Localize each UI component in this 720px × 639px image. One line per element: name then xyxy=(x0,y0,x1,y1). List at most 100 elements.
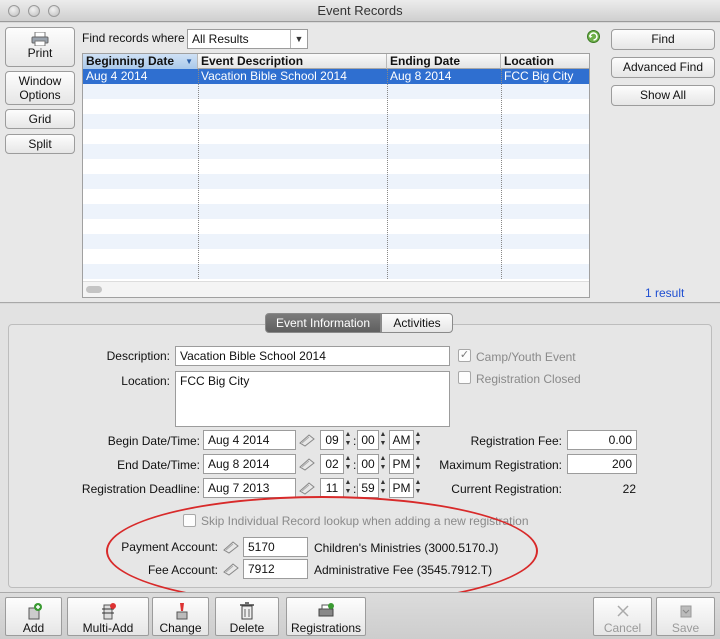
maximum-registration-input[interactable]: 200 xyxy=(567,454,637,474)
events-table: Beginning Date ▼ Event Description Endin… xyxy=(82,53,590,298)
skip-lookup-checkbox[interactable] xyxy=(183,514,196,527)
close-window-icon[interactable] xyxy=(8,5,20,17)
save-button[interactable]: Save xyxy=(656,597,715,636)
cell-beginning-date: Aug 4 2014 xyxy=(86,69,148,83)
window-options-button[interactable]: Window Options xyxy=(5,71,75,105)
fee-account-input[interactable]: 7912 xyxy=(243,559,308,579)
cancel-button[interactable]: Cancel xyxy=(593,597,652,636)
add-button[interactable]: Add xyxy=(5,597,62,636)
registrations-button[interactable]: Registrations xyxy=(286,597,366,636)
skip-lookup-label: Skip Individual Record lookup when addin… xyxy=(201,514,529,528)
deadline-date-input[interactable]: Aug 7 2013 xyxy=(203,478,296,498)
column-header-location[interactable]: Location xyxy=(501,54,589,69)
zoom-window-icon[interactable] xyxy=(48,5,60,17)
empty-row xyxy=(83,219,589,234)
cancel-icon xyxy=(616,605,629,617)
find-button[interactable]: Find xyxy=(611,29,715,50)
printer-icon xyxy=(31,32,49,46)
camp-youth-checkbox[interactable]: ✓ xyxy=(458,349,471,362)
registration-closed-label: Registration Closed xyxy=(476,372,581,386)
delete-button[interactable]: Delete xyxy=(215,597,279,636)
end-hour-stepper[interactable]: ▲ ▼ xyxy=(344,454,352,474)
current-registration-value: 22 xyxy=(622,482,636,496)
advanced-find-button[interactable]: Advanced Find xyxy=(611,57,715,78)
empty-row xyxy=(83,84,589,99)
empty-row xyxy=(83,99,589,114)
deadline-minute-input[interactable]: 59 xyxy=(357,478,379,498)
payment-account-input[interactable]: 5170 xyxy=(243,537,308,557)
fee-account-description: Administrative Fee (3545.7912.T) xyxy=(314,563,493,577)
empty-row xyxy=(83,264,589,279)
deadline-ampm-input[interactable]: PM xyxy=(389,478,414,498)
column-divider xyxy=(198,69,199,279)
trash-icon xyxy=(240,602,254,620)
begin-minute-input[interactable]: 00 xyxy=(357,430,379,450)
deadline-label: Registration Deadline: xyxy=(81,482,200,496)
print-label: Print xyxy=(27,46,53,60)
camp-youth-label: Camp/Youth Event xyxy=(476,350,576,364)
horizontal-scrollbar[interactable] xyxy=(83,281,589,297)
refresh-icon[interactable] xyxy=(586,29,601,44)
end-minute-stepper[interactable]: ▲ ▼ xyxy=(379,454,387,474)
calendar-icon[interactable] xyxy=(299,481,315,495)
location-textarea[interactable]: FCC Big City xyxy=(175,371,450,427)
begin-minute-stepper[interactable]: ▲ ▼ xyxy=(379,430,387,450)
cell-ending-date: Aug 8 2014 xyxy=(390,69,452,83)
end-ampm-input[interactable]: PM xyxy=(389,454,414,474)
deadline-hour-stepper[interactable]: ▲ ▼ xyxy=(344,478,352,498)
empty-row xyxy=(83,249,589,264)
tab-activities[interactable]: Activities xyxy=(381,313,453,333)
end-hour-input[interactable]: 02 xyxy=(320,454,344,474)
bottom-toolbar: Add Multi-Add Change Delete Registration… xyxy=(0,592,720,639)
records-pane: Print Window Options Grid Split Find rec… xyxy=(0,23,720,303)
find-records-select[interactable]: All Results ▼ xyxy=(187,29,308,49)
column-header-event-description[interactable]: Event Description xyxy=(198,54,387,69)
grid-button[interactable]: Grid xyxy=(5,109,75,129)
registrations-icon xyxy=(318,603,334,617)
fee-account-label: Fee Account: xyxy=(147,563,218,577)
table-header: Beginning Date ▼ Event Description Endin… xyxy=(83,54,589,69)
multi-add-button[interactable]: Multi-Add xyxy=(67,597,149,636)
registration-closed-checkbox[interactable] xyxy=(458,371,471,384)
deadline-minute-stepper[interactable]: ▲ ▼ xyxy=(379,478,387,498)
account-lookup-icon[interactable] xyxy=(223,562,239,576)
end-minute-input[interactable]: 00 xyxy=(357,454,379,474)
begin-ampm-stepper[interactable]: ▲ ▼ xyxy=(414,430,422,450)
empty-row xyxy=(83,144,589,159)
split-button[interactable]: Split xyxy=(5,134,75,154)
payment-account-description: Children's Ministries (3000.5170.J) xyxy=(314,541,499,555)
empty-row xyxy=(83,234,589,249)
begin-date-input[interactable]: Aug 4 2014 xyxy=(203,430,296,450)
current-registration-label: Current Registration: xyxy=(451,482,562,496)
begin-hour-input[interactable]: 09 xyxy=(320,430,344,450)
column-header-ending-date[interactable]: Ending Date xyxy=(387,54,501,69)
tab-event-information[interactable]: Event Information xyxy=(265,313,381,333)
save-icon xyxy=(680,605,691,618)
column-divider xyxy=(387,69,388,279)
description-input[interactable]: Vacation Bible School 2014 xyxy=(175,346,450,366)
show-all-button[interactable]: Show All xyxy=(611,85,715,106)
begin-hour-stepper[interactable]: ▲ ▼ xyxy=(344,430,352,450)
time-separator: : xyxy=(353,482,357,496)
calendar-icon[interactable] xyxy=(299,457,315,471)
column-header-beginning-date[interactable]: Beginning Date ▼ xyxy=(83,54,198,69)
print-button[interactable]: Print xyxy=(5,27,75,67)
calendar-icon[interactable] xyxy=(299,433,315,447)
empty-row xyxy=(83,159,589,174)
begin-ampm-input[interactable]: AM xyxy=(389,430,414,450)
sort-descending-icon: ▼ xyxy=(185,57,193,66)
minimize-window-icon[interactable] xyxy=(28,5,40,17)
begin-date-label: Begin Date/Time: xyxy=(107,434,200,448)
change-button[interactable]: Change xyxy=(152,597,209,636)
title-bar: Event Records xyxy=(0,0,720,22)
table-row[interactable]: Aug 4 2014 Vacation Bible School 2014 Au… xyxy=(83,69,589,84)
payment-account-label: Payment Account: xyxy=(121,540,218,554)
time-separator: : xyxy=(353,458,357,472)
scrollbar-thumb[interactable] xyxy=(86,286,102,293)
deadline-hour-input[interactable]: 11 xyxy=(320,478,344,498)
end-date-input[interactable]: Aug 8 2014 xyxy=(203,454,296,474)
multi-add-icon xyxy=(102,603,116,620)
account-lookup-icon[interactable] xyxy=(223,540,239,554)
find-records-value: All Results xyxy=(192,32,249,46)
registration-fee-input[interactable]: 0.00 xyxy=(567,430,637,450)
